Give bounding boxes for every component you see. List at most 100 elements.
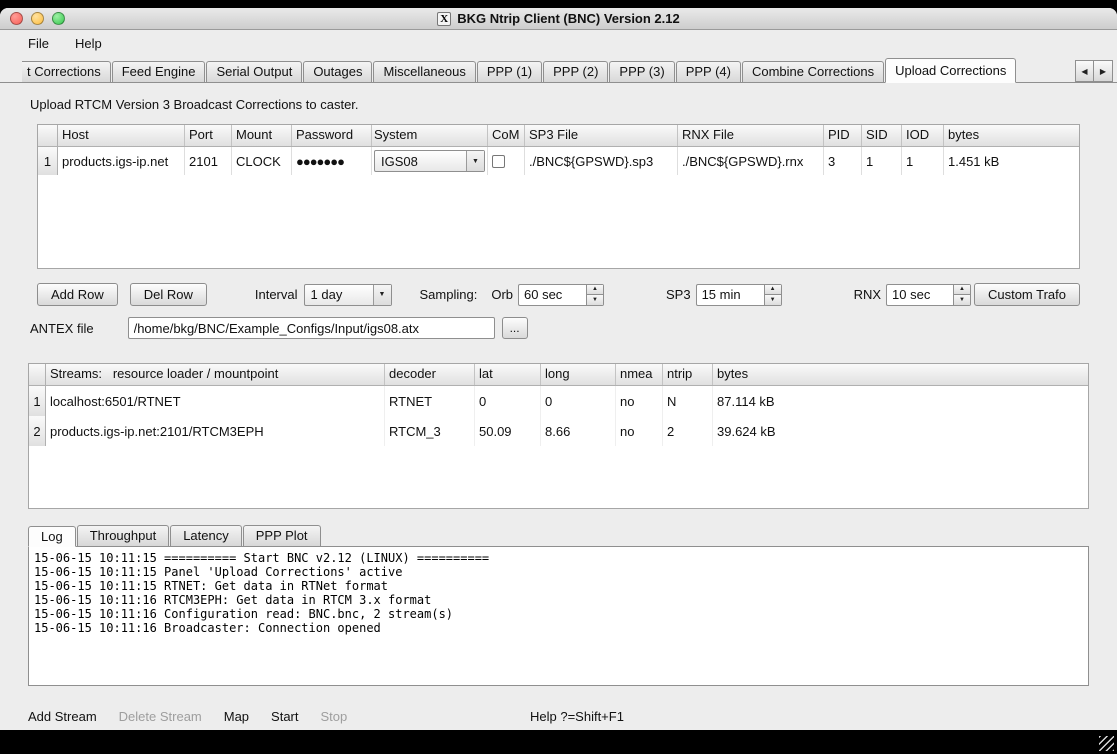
tab-log[interactable]: Log [28,526,76,547]
col-header-bytes[interactable]: bytes [944,125,1079,146]
menu-help[interactable]: Help [75,36,102,51]
tab-ppp-plot[interactable]: PPP Plot [243,525,321,546]
del-row-button[interactable]: Del Row [130,283,207,306]
spin-down-icon[interactable]: ▼ [587,294,603,305]
tab-outages[interactable]: Outages [303,61,372,82]
custom-trafo-button[interactable]: Custom Trafo [974,283,1080,306]
stream-row[interactable]: 2 products.igs-ip.net:2101/RTCM3EPH RTCM… [29,416,1088,446]
log-line: 15-06-15 10:11:15 Panel 'Upload Correcti… [34,565,1083,579]
browse-antex-button[interactable]: ... [502,317,528,339]
title-bar[interactable]: X BKG Ntrip Client (BNC) Version 2.12 [0,8,1117,30]
menu-file[interactable]: File [28,36,49,51]
tab-scroll-right-icon[interactable]: ▶ [1094,60,1113,82]
col-header-iod[interactable]: IOD [902,125,944,146]
tab-combine-corrections[interactable]: Combine Corrections [742,61,884,82]
tab-ppp-4[interactable]: PPP (4) [676,61,741,82]
col-header-decoder[interactable]: decoder [385,364,475,385]
cell-nmea: no [616,386,663,416]
spin-buttons: ▲ ▼ [764,285,781,305]
col-header-nmea[interactable]: nmea [616,364,663,385]
log-line: 15-06-15 10:11:16 RTCM3EPH: Get data in … [34,593,1083,607]
add-row-button[interactable]: Add Row [37,283,118,306]
resize-grip[interactable] [1099,736,1114,751]
col-header-password[interactable]: Password [292,125,372,146]
tab-upload-corrections[interactable]: Upload Corrections [885,58,1016,83]
col-header-host[interactable]: Host [58,125,185,146]
tab-throughput[interactable]: Throughput [77,525,170,546]
cell-mount[interactable]: CLOCK [232,147,292,175]
desktop: X BKG Ntrip Client (BNC) Version 2.12 Fi… [0,0,1117,754]
tab-latency[interactable]: Latency [170,525,242,546]
upload-table-row[interactable]: 1 products.igs-ip.net 2101 CLOCK ●●●●●●●… [38,147,1079,175]
col-header-mountpoint[interactable]: Streams: resource loader / mountpoint [46,364,385,385]
chevron-down-icon: ▼ [373,285,391,305]
tab-broadcast-corrections[interactable]: t Corrections [22,61,111,82]
col-header-system[interactable]: System [372,125,488,146]
spin-up-icon[interactable]: ▲ [587,285,603,295]
cell-bytes: 87.114 kB [713,386,1088,416]
close-window-icon[interactable] [10,12,23,25]
spin-up-icon[interactable]: ▲ [954,285,970,295]
x11-app-icon: X [437,12,451,26]
stream-row[interactable]: 1 localhost:6501/RTNET RTNET 0 0 no N 87… [29,386,1088,416]
cell-pid[interactable]: 3 [824,147,862,175]
col-header-ntrip[interactable]: ntrip [663,364,713,385]
col-header-sp3-file[interactable]: SP3 File [525,125,678,146]
tab-ppp-3[interactable]: PPP (3) [609,61,674,82]
streams-table-header: Streams: resource loader / mountpoint de… [29,364,1088,386]
tab-miscellaneous[interactable]: Miscellaneous [373,61,475,82]
map-button[interactable]: Map [224,709,249,724]
tab-scroll-left-icon[interactable]: ◀ [1075,60,1094,82]
interval-combobox[interactable]: 1 day ▼ [304,284,392,306]
cell-password[interactable]: ●●●●●●● [292,147,372,175]
col-header-bytes[interactable]: bytes [713,364,1088,385]
col-header-com[interactable]: CoM [488,125,525,146]
interval-label: Interval [255,287,298,302]
cell-rnx-file[interactable]: ./BNC${GPSWD}.rnx [678,147,824,175]
com-checkbox[interactable] [492,155,505,168]
minimize-window-icon[interactable] [31,12,44,25]
cell-sid[interactable]: 1 [862,147,902,175]
cell-iod[interactable]: 1 [902,147,944,175]
cell-mountpoint: localhost:6501/RTNET [46,386,385,416]
tab-feed-engine[interactable]: Feed Engine [112,61,206,82]
col-header-mount[interactable]: Mount [232,125,292,146]
antex-file-input[interactable] [128,317,495,339]
cell-host[interactable]: products.igs-ip.net [58,147,185,175]
corner-header [38,125,58,146]
cell-nmea: no [616,416,663,446]
antex-file-label: ANTEX file [30,321,94,336]
spin-down-icon[interactable]: ▼ [954,294,970,305]
stop-button[interactable]: Stop [321,709,348,724]
log-viewer[interactable]: 15-06-15 10:11:15 ========== Start BNC v… [28,546,1089,686]
upload-table-header: Host Port Mount Password System CoM SP3 … [38,125,1079,147]
spin-up-icon[interactable]: ▲ [765,285,781,295]
start-button[interactable]: Start [271,709,298,724]
cell-sp3-file[interactable]: ./BNC${GPSWD}.sp3 [525,147,678,175]
cell-system: IGS08 ▼ [372,147,488,175]
spin-down-icon[interactable]: ▼ [765,294,781,305]
tab-ppp-1[interactable]: PPP (1) [477,61,542,82]
zoom-window-icon[interactable] [52,12,65,25]
col-header-rnx-file[interactable]: RNX File [678,125,824,146]
col-header-port[interactable]: Port [185,125,232,146]
cell-lat: 50.09 [475,416,541,446]
add-stream-button[interactable]: Add Stream [28,709,97,724]
streams-table: Streams: resource loader / mountpoint de… [28,363,1089,509]
tab-serial-output[interactable]: Serial Output [206,61,302,82]
cell-decoder: RTNET [385,386,475,416]
col-header-lat[interactable]: lat [475,364,541,385]
rnx-sampling-spinbox[interactable]: 10 sec ▲ ▼ [886,284,971,306]
system-combobox[interactable]: IGS08 ▼ [374,150,485,172]
col-header-pid[interactable]: PID [824,125,862,146]
delete-stream-button[interactable]: Delete Stream [119,709,202,724]
col-header-sid[interactable]: SID [862,125,902,146]
status-bar: Add Stream Delete Stream Map Start Stop … [0,702,1117,730]
upload-controls: Add Row Del Row Interval 1 day ▼ Samplin… [37,283,1080,306]
orb-sampling-spinbox[interactable]: 60 sec ▲ ▼ [518,284,604,306]
cell-port[interactable]: 2101 [185,147,232,175]
col-header-long[interactable]: long [541,364,616,385]
sp3-sampling-spinbox[interactable]: 15 min ▲ ▼ [696,284,782,306]
tab-ppp-2[interactable]: PPP (2) [543,61,608,82]
window-controls [10,12,65,25]
